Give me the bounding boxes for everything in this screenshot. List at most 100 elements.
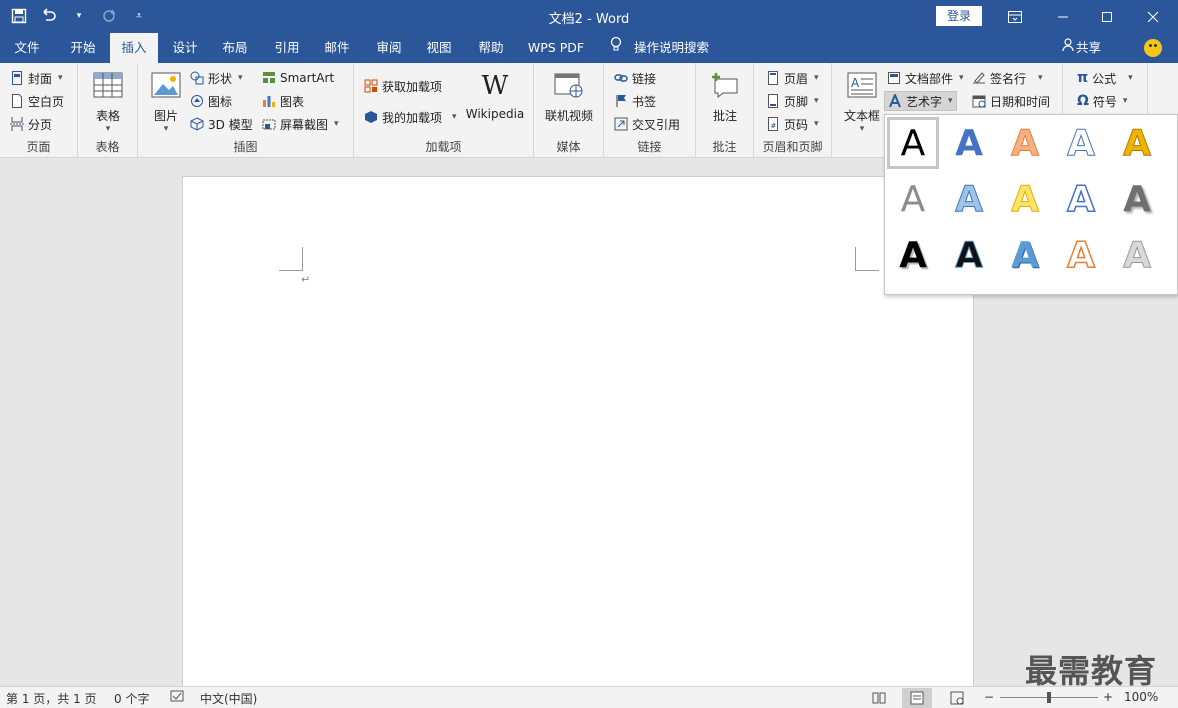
- wordart-style-fill-gray[interactable]: A: [887, 173, 939, 225]
- online-video-button[interactable]: 联机视频: [540, 71, 598, 124]
- tab-layout[interactable]: 布局: [212, 33, 258, 63]
- header-button[interactable]: 页眉: [766, 68, 819, 88]
- cover-page-label: 封面: [28, 71, 53, 86]
- date-time-button[interactable]: 日期和时间: [972, 91, 1050, 111]
- wordart-style-fill-orange-outline[interactable]: A: [999, 117, 1051, 169]
- smartart-label: SmartArt: [280, 71, 335, 85]
- cross-reference-button[interactable]: 交叉引用: [614, 114, 680, 134]
- tab-references[interactable]: 引用: [264, 33, 310, 63]
- wordart-style-outline-blue-double[interactable]: A: [1055, 173, 1107, 225]
- tab-wps-pdf[interactable]: WPS PDF: [522, 33, 590, 63]
- wikipedia-icon: W: [481, 71, 509, 101]
- table-button[interactable]: 表格 ▾: [90, 71, 126, 134]
- group-pages: 封面 空白页 分页 页面: [0, 63, 78, 158]
- footer-label: 页脚: [784, 94, 809, 109]
- blank-page-button[interactable]: 空白页: [10, 91, 64, 111]
- pictures-button[interactable]: 图片 ▾: [148, 71, 184, 134]
- zoom-out-button[interactable]: −: [984, 690, 994, 704]
- textbox-button[interactable]: A 文本框 ▾: [840, 71, 884, 134]
- page-info[interactable]: 第 1 页，共 1 页: [6, 690, 97, 707]
- svg-text:#: #: [771, 122, 777, 130]
- tab-review[interactable]: 审阅: [366, 33, 412, 63]
- minimize-icon[interactable]: [1040, 0, 1086, 33]
- new-comment-button[interactable]: 批注: [704, 71, 746, 124]
- group-pages-label: 页面: [26, 140, 51, 154]
- zoom-slider-thumb[interactable]: [1047, 692, 1051, 703]
- ribbon-display-icon[interactable]: [992, 0, 1038, 33]
- status-bar: 第 1 页，共 1 页 0 个字 中文(中国) − + 100%: [0, 686, 1178, 708]
- language[interactable]: 中文(中国): [200, 690, 257, 707]
- tab-home[interactable]: 开始: [58, 33, 108, 63]
- smiley-feedback-icon[interactable]: [1144, 39, 1162, 57]
- wordart-button[interactable]: 艺术字: [884, 91, 957, 111]
- smartart-button[interactable]: SmartArt: [262, 68, 334, 88]
- signature-icon: [972, 71, 986, 85]
- shapes-label: 形状: [208, 71, 233, 86]
- tab-view[interactable]: 视图: [416, 33, 462, 63]
- signin-button[interactable]: 登录: [936, 6, 982, 26]
- my-addins-button[interactable]: 我的加载项 ▾: [364, 107, 457, 127]
- tab-mailings[interactable]: 邮件: [314, 33, 360, 63]
- bookmark-button[interactable]: 书签: [614, 91, 656, 111]
- signature-label: 签名行: [990, 71, 1027, 86]
- icons-button[interactable]: 图标: [190, 91, 232, 111]
- link-label: 链接: [632, 71, 657, 86]
- wikipedia-button[interactable]: W Wikipedia: [464, 71, 526, 121]
- wordart-style-fill-black-shadow[interactable]: A: [887, 229, 939, 281]
- signature-line-button[interactable]: 签名行 ▾: [972, 68, 1043, 88]
- 3d-models-button[interactable]: 3D 模型: [190, 114, 253, 134]
- tab-file[interactable]: 文件: [0, 33, 54, 63]
- tab-insert[interactable]: 插入: [110, 33, 158, 63]
- screenshot-button[interactable]: 屏幕截图: [262, 114, 339, 134]
- link-button[interactable]: 链接: [614, 68, 656, 88]
- page-number-button[interactable]: # 页码: [766, 114, 819, 134]
- online-video-label: 联机视频: [544, 109, 593, 123]
- document-page[interactable]: ↵: [182, 176, 974, 696]
- footer-button[interactable]: 页脚: [766, 91, 819, 111]
- wordart-style-fill-black[interactable]: A: [887, 117, 939, 169]
- wordart-style-outline-orange[interactable]: A: [1055, 229, 1107, 281]
- share-button[interactable]: 共享: [1062, 33, 1101, 63]
- wordart-style-fill-gray-shadow[interactable]: A: [1111, 173, 1163, 225]
- zoom-level[interactable]: 100%: [1124, 690, 1158, 704]
- wordart-style-gradient-blue-reflect[interactable]: A: [943, 173, 995, 225]
- ribbon-tabs: 文件 开始 插入 设计 布局 引用 邮件 审阅 视图 帮助 WPS PDF 操作…: [0, 33, 1178, 63]
- wikipedia-label: Wikipedia: [465, 107, 525, 121]
- proofing-icon[interactable]: [170, 690, 184, 705]
- page-break-label: 分页: [28, 117, 53, 132]
- wordart-style-outline-blue[interactable]: A: [1055, 117, 1107, 169]
- tell-me-search[interactable]: 操作说明搜索: [610, 33, 709, 63]
- word-count[interactable]: 0 个字: [114, 690, 149, 707]
- wordart-style-fill-blue-outline[interactable]: A: [943, 117, 995, 169]
- chart-button[interactable]: 图表: [262, 91, 304, 111]
- cover-page-button[interactable]: 封面: [10, 68, 63, 88]
- equation-button[interactable]: π 公式 ▾: [1077, 68, 1133, 88]
- link-icon: [614, 71, 628, 85]
- group-header-footer-label: 页眉和页脚: [762, 140, 823, 154]
- get-addins-button[interactable]: 获取加载项: [364, 76, 442, 96]
- zoom-in-button[interactable]: +: [1103, 690, 1113, 704]
- quick-parts-icon: [887, 71, 901, 85]
- print-layout-icon[interactable]: [902, 688, 932, 708]
- quick-parts-button[interactable]: 文档部件: [887, 68, 964, 88]
- tab-design[interactable]: 设计: [162, 33, 208, 63]
- pictures-dropdown-icon: ▾: [163, 124, 169, 134]
- symbol-button[interactable]: Ω 符号: [1077, 91, 1127, 111]
- tab-help[interactable]: 帮助: [468, 33, 514, 63]
- my-addins-label: 我的加载项: [382, 110, 443, 125]
- wordart-style-fill-blue-bevel[interactable]: A: [999, 229, 1051, 281]
- close-icon[interactable]: [1130, 0, 1176, 33]
- wordart-style-fill-gold[interactable]: A: [1111, 117, 1163, 169]
- page-number-label: 页码: [784, 117, 809, 132]
- wordart-style-fill-black-outline-blue[interactable]: A: [943, 229, 995, 281]
- page-break-button[interactable]: 分页: [10, 114, 52, 134]
- shapes-button[interactable]: 形状: [190, 68, 243, 88]
- icons-icon: [190, 94, 204, 108]
- read-mode-icon[interactable]: [864, 688, 894, 708]
- title-bar: ▾ ⩡ 文档2 - Word 登录: [0, 0, 1178, 33]
- group-addins: 获取加载项 我的加载项 ▾ W Wikipedia 加载项: [354, 63, 534, 158]
- wordart-style-fill-silver[interactable]: A: [1111, 229, 1163, 281]
- web-layout-icon[interactable]: [942, 688, 972, 708]
- wordart-style-fill-yellow-outline[interactable]: A: [999, 173, 1051, 225]
- maximize-icon[interactable]: [1084, 0, 1130, 33]
